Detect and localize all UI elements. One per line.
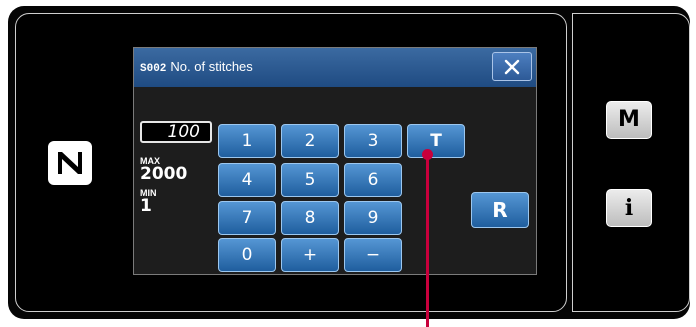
key-9[interactable]: 9 — [344, 201, 402, 235]
key-4[interactable]: 4 — [218, 163, 276, 197]
side-screen — [572, 13, 690, 312]
dialog-title-text: No. of stitches — [170, 59, 253, 74]
key-7[interactable]: 7 — [218, 201, 276, 235]
callout-line — [426, 154, 429, 327]
key-5[interactable]: 5 — [281, 163, 339, 197]
mode-button[interactable]: M — [606, 101, 652, 139]
key-6[interactable]: 6 — [344, 163, 402, 197]
stitch-count-dialog: S002 No. of stitches 100 MAX 2000 MIN 1 1… — [133, 47, 537, 275]
key-3[interactable]: 3 — [344, 124, 402, 158]
key-plus[interactable]: + — [281, 238, 339, 272]
value-input[interactable]: 100 — [140, 121, 212, 143]
nfc-icon — [48, 141, 92, 185]
close-x-icon — [504, 59, 520, 75]
callout-marker — [422, 149, 433, 160]
key-1[interactable]: 1 — [218, 124, 276, 158]
key-minus[interactable]: − — [344, 238, 402, 272]
dialog-code: S002 — [140, 63, 167, 75]
key-8[interactable]: 8 — [281, 201, 339, 235]
min-value: 1 — [140, 196, 152, 216]
max-value: 2000 — [140, 164, 188, 184]
dialog-title: S002 No. of stitches — [140, 59, 253, 75]
key-0[interactable]: 0 — [218, 238, 276, 272]
info-button[interactable]: i — [606, 189, 652, 227]
dialog-header: S002 No. of stitches — [134, 48, 536, 87]
key-2[interactable]: 2 — [281, 124, 339, 158]
reset-button[interactable]: R — [471, 192, 529, 228]
key-t[interactable]: T — [407, 124, 465, 158]
close-button[interactable] — [492, 52, 532, 81]
